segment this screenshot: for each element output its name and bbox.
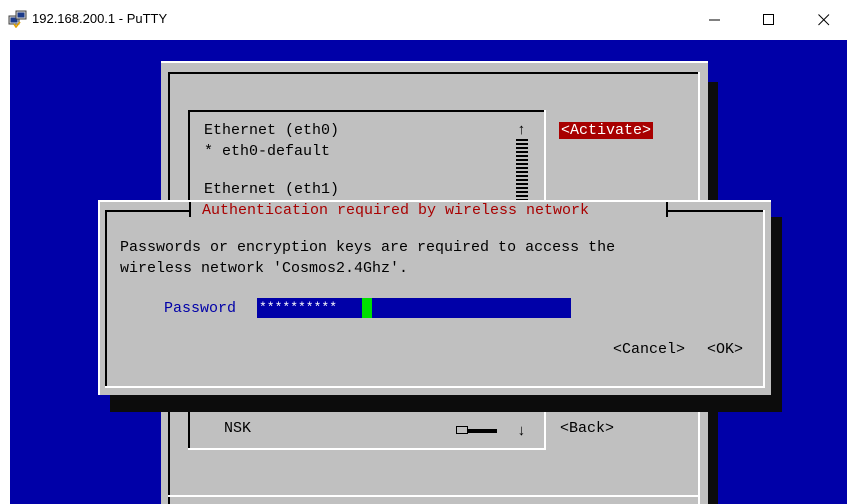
auth-dialog-title: Authentication required by wireless netw…	[202, 202, 590, 219]
background-dialog-frame	[168, 495, 700, 497]
password-label: Password	[164, 300, 237, 317]
scroll-down-arrow[interactable]: ↓	[517, 423, 526, 440]
auth-dialog-frame	[666, 210, 764, 212]
connection-item-eth0[interactable]: Ethernet (eth0)	[204, 122, 339, 139]
minimize-button[interactable]	[692, 0, 738, 40]
minimize-icon	[709, 19, 720, 21]
background-dialog-frame	[168, 72, 700, 74]
auth-dialog-frame	[98, 200, 100, 395]
window-titlebar: 192.168.200.1 - PuTTY	[0, 0, 847, 40]
connection-item-nsk[interactable]: NSK	[224, 420, 251, 437]
back-button[interactable]: <Back>	[560, 420, 614, 437]
text-cursor	[362, 298, 372, 318]
password-value: **********	[259, 300, 338, 315]
window-title: 192.168.200.1 - PuTTY	[32, 11, 168, 26]
scrollbar-track-bottom	[467, 429, 497, 433]
auth-dialog-frame	[105, 210, 107, 388]
auth-message-line1: Passwords or encryption keys are require…	[120, 239, 616, 256]
activate-button[interactable]: <Activate>	[559, 122, 654, 139]
password-input[interactable]: **********	[257, 298, 571, 318]
maximize-icon	[763, 14, 774, 25]
scrollbar-track[interactable]	[516, 139, 528, 203]
background-dialog-highlight	[161, 61, 708, 63]
auth-dialog-frame	[105, 386, 765, 388]
auth-dialog-frame	[763, 210, 765, 388]
ok-button[interactable]: <OK>	[707, 341, 743, 358]
auth-dialog-shadow	[110, 392, 782, 412]
auth-dialog-frame	[105, 210, 190, 212]
cancel-button[interactable]: <Cancel>	[613, 341, 685, 358]
connection-item-eth1[interactable]: Ethernet (eth1)	[204, 181, 339, 198]
auth-dialog-frame	[189, 202, 191, 217]
maximize-button[interactable]	[746, 0, 792, 40]
auth-message-line2: wireless network 'Cosmos2.4Ghz'.	[120, 260, 409, 277]
connection-item-eth0-default[interactable]: * eth0-default	[204, 143, 330, 160]
close-icon	[818, 14, 830, 26]
scroll-up-arrow[interactable]: ↑	[517, 122, 526, 139]
connection-list-frame	[188, 110, 546, 112]
auth-dialog-shadow	[770, 217, 782, 412]
putty-icon[interactable]	[8, 10, 28, 29]
terminal-screen[interactable]: Ethernet (eth0) * eth0-default Ethernet …	[10, 40, 847, 504]
connection-list-frame	[188, 448, 546, 450]
close-button[interactable]	[801, 0, 847, 40]
